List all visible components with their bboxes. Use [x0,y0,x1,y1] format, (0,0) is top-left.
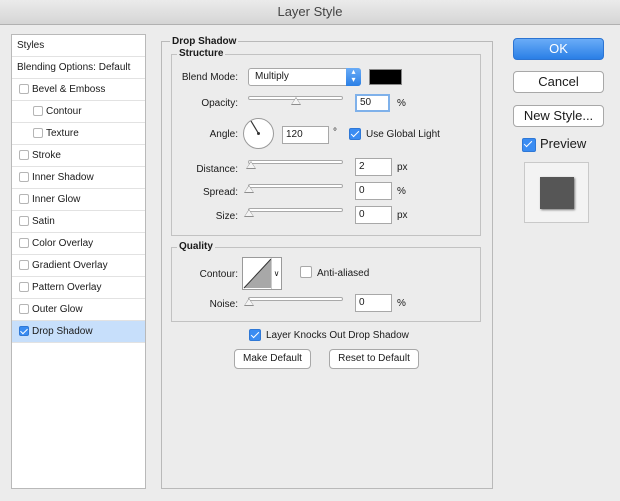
style-item-label: Pattern Overlay [32,282,102,293]
style-item-checkbox[interactable] [19,216,29,226]
style-item-checkbox[interactable] [19,84,29,94]
spread-unit: % [397,186,406,197]
noise-label: Noise: [209,299,238,310]
spread-slider-thumb[interactable] [244,185,254,193]
style-item-checkbox[interactable] [19,150,29,160]
preview-label: Preview [540,136,587,151]
contour-label: Contour: [199,269,238,280]
noise-input[interactable]: 0 [355,294,392,312]
style-item-gradient-overlay[interactable]: Gradient Overlay [12,255,145,277]
distance-unit: px [397,162,408,173]
distance-label: Distance: [196,164,238,175]
style-item-checkbox[interactable] [19,260,29,270]
angle-dial[interactable] [242,117,275,150]
style-item-label: Drop Shadow [32,326,93,337]
contour-picker[interactable]: ∨ [242,257,282,290]
shadow-color-swatch[interactable] [369,69,402,85]
style-item-checkbox[interactable] [33,128,43,138]
size-label: Size: [215,211,238,222]
style-item-checkbox[interactable] [33,106,43,116]
noise-unit: % [397,298,406,309]
style-item-checkbox[interactable] [19,238,29,248]
style-item-label: Gradient Overlay [32,260,108,271]
angle-input[interactable]: 120 [282,126,329,144]
style-item-label: Contour [46,106,82,117]
size-slider[interactable] [248,208,343,212]
style-item-label: Stroke [32,150,61,161]
opacity-input[interactable]: 50 [355,94,390,112]
style-item-checkbox[interactable] [19,172,29,182]
size-slider-thumb[interactable] [244,209,254,217]
ok-button[interactable]: OK [513,38,604,60]
use-global-light-label: Use Global Light [366,129,440,140]
quality-group [171,247,481,322]
size-input[interactable]: 0 [355,206,392,224]
spread-input[interactable]: 0 [355,182,392,200]
anti-aliased-checkbox[interactable] [300,266,312,278]
style-item-label: Inner Shadow [32,172,94,183]
style-item-pattern-overlay[interactable]: Pattern Overlay [12,277,145,299]
make-default-button[interactable]: Make Default [234,349,311,369]
cancel-button[interactable]: Cancel [513,71,604,93]
quality-title: Quality [177,241,215,252]
opacity-unit: % [397,98,406,109]
distance-slider-thumb[interactable] [246,161,256,169]
preview-checkbox[interactable] [522,138,536,152]
distance-input[interactable]: 2 [355,158,392,176]
knocks-out-label: Layer Knocks Out Drop Shadow [266,330,409,341]
use-global-light-checkbox[interactable] [349,128,361,140]
style-item-texture[interactable]: Texture [12,123,145,145]
style-item-contour[interactable]: Contour [12,101,145,123]
reset-to-default-button[interactable]: Reset to Default [329,349,419,369]
style-item-checkbox[interactable] [19,304,29,314]
style-item-label: Texture [46,128,79,139]
structure-title: Structure [177,48,226,59]
chevron-down-icon[interactable]: ∨ [271,258,281,289]
style-item-checkbox[interactable] [19,282,29,292]
opacity-slider-thumb[interactable] [290,97,301,105]
window-title: Layer Style [0,0,620,25]
size-unit: px [397,210,408,221]
blending-options[interactable]: Blending Options: Default [12,57,145,79]
style-item-checkbox[interactable] [19,194,29,204]
styles-header[interactable]: Styles [12,35,145,57]
angle-unit: ° [333,127,337,138]
style-item-label: Inner Glow [32,194,81,205]
layer-style-dialog: Layer Style Styles Blending Options: Def… [0,0,620,501]
anti-aliased-label: Anti-aliased [317,268,370,279]
new-style-button[interactable]: New Style... [513,105,604,127]
style-item-checkbox[interactable] [19,326,29,336]
style-item-label: Color Overlay [32,238,94,249]
preview-thumbnail [524,162,589,223]
style-item-outer-glow[interactable]: Outer Glow [12,299,145,321]
style-item-color-overlay[interactable]: Color Overlay [12,233,145,255]
style-item-bevel-emboss[interactable]: Bevel & Emboss [12,79,145,101]
knocks-out-checkbox[interactable] [249,329,261,341]
styles-list: Styles Blending Options: Default Bevel &… [11,34,146,489]
style-item-label: Outer Glow [32,304,83,315]
style-item-label: Bevel & Emboss [32,84,106,95]
style-item-label: Satin [32,216,55,227]
spread-label: Spread: [202,187,238,198]
noise-slider-thumb[interactable] [244,298,254,306]
preview-square [540,177,574,209]
style-item-inner-glow[interactable]: Inner Glow [12,189,145,211]
contour-curve-icon [243,258,272,289]
style-item-stroke[interactable]: Stroke [12,145,145,167]
distance-slider[interactable] [248,160,343,164]
panel-title: Drop Shadow [170,36,239,47]
style-item-drop-shadow[interactable]: Drop Shadow [12,321,145,343]
style-item-satin[interactable]: Satin [12,211,145,233]
blend-mode-value: Multiply [255,71,289,82]
spread-slider[interactable] [248,184,343,188]
drop-shadow-panel: Drop Shadow Structure Blend Mode: Multip… [161,36,493,489]
noise-slider[interactable] [248,297,343,301]
angle-label: Angle: [209,129,238,140]
opacity-label: Opacity: [201,98,238,109]
chevron-updown-icon: ▴ ▾ [346,68,361,86]
style-item-inner-shadow[interactable]: Inner Shadow [12,167,145,189]
blend-mode-label: Blend Mode: [181,72,238,83]
blend-mode-select[interactable]: Multiply ▴ ▾ [248,68,361,86]
